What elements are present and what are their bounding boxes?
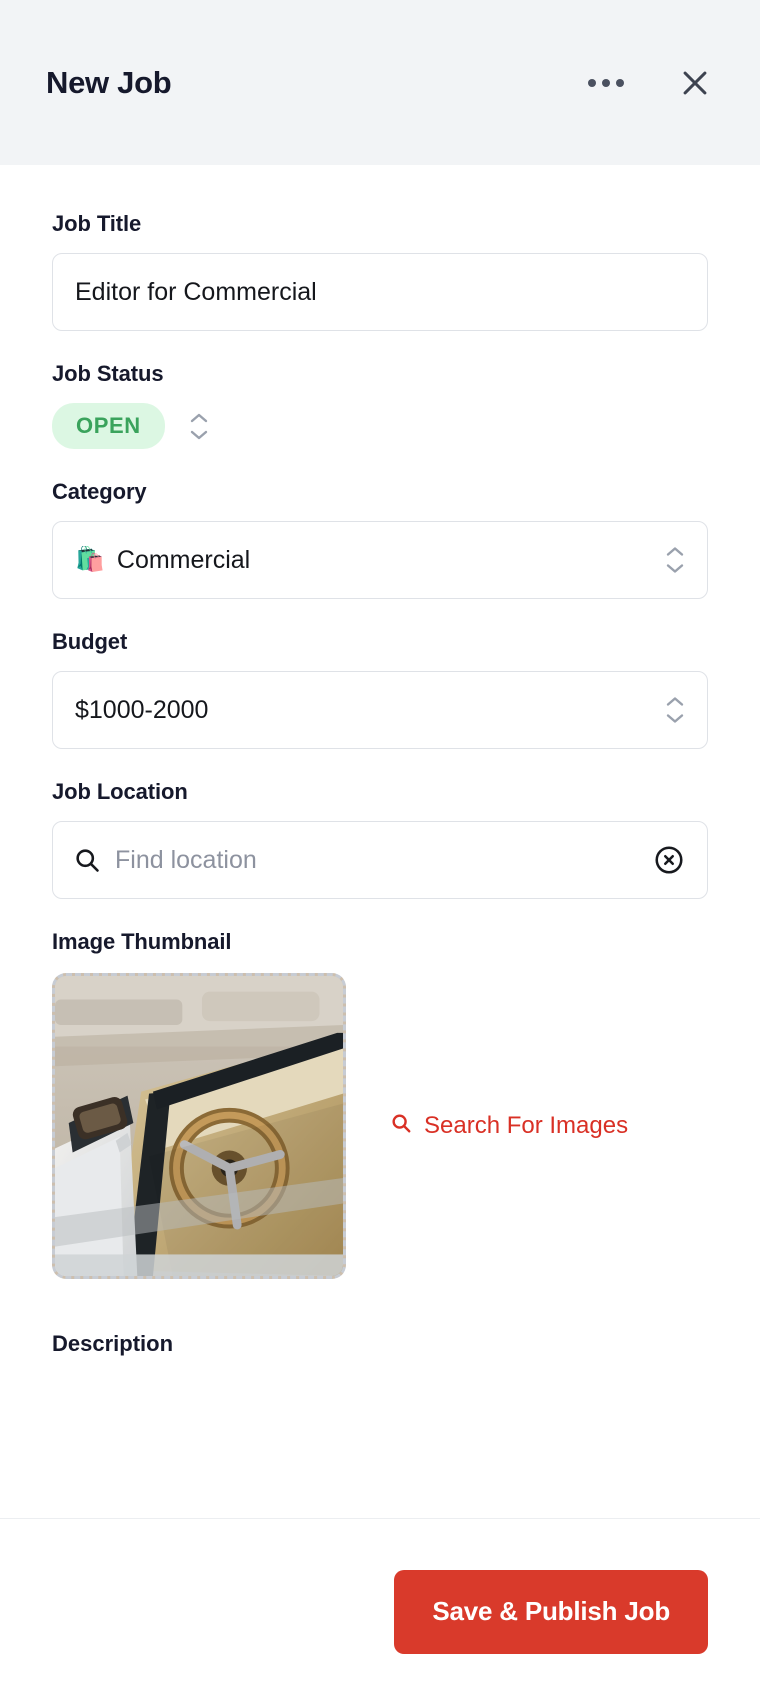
location-search-input[interactable] (115, 845, 651, 875)
search-for-images-label: Search For Images (424, 1112, 629, 1139)
job-status-row: OPEN (52, 403, 708, 449)
category-value-wrap: 🛍️ Commercial (75, 546, 685, 575)
field-image-thumbnail: Image Thumbnail Search For Images (52, 929, 708, 1279)
dot (602, 78, 610, 87)
clear-circle-icon[interactable] (651, 842, 687, 878)
thumbnail-row: Search For Images (52, 973, 708, 1279)
budget-select[interactable]: $1000-2000 (52, 671, 708, 749)
close-icon[interactable] (674, 62, 716, 104)
job-status-label: Job Status (52, 361, 164, 386)
budget-label: Budget (52, 629, 128, 654)
car-interior-photo (55, 976, 343, 1276)
job-location-search-box (52, 821, 708, 899)
search-icon (73, 846, 101, 874)
chevron-up-down-icon[interactable] (663, 545, 687, 576)
job-form: Job Title Job Status OPEN Category (0, 165, 760, 1518)
category-label: Category (52, 479, 147, 504)
job-title-label: Job Title (52, 211, 142, 236)
field-job-location: Job Location (52, 779, 708, 899)
new-job-modal: New Job Job Title Job Status (0, 0, 760, 1704)
modal-header: New Job (0, 0, 760, 165)
page-title: New Job (46, 64, 172, 100)
shopping-bags-icon: 🛍️ (75, 546, 105, 573)
budget-value: $1000-2000 (75, 695, 209, 724)
more-horizontal-icon[interactable] (584, 71, 628, 95)
header-actions (584, 62, 716, 104)
image-thumbnail-label: Image Thumbnail (52, 929, 232, 954)
field-category: Category 🛍️ Commercial (52, 479, 708, 599)
field-job-status: Job Status OPEN (52, 361, 708, 449)
job-title-input[interactable] (52, 253, 708, 331)
dot (588, 78, 596, 87)
chevron-up-down-icon[interactable] (663, 695, 687, 726)
category-value: Commercial (116, 545, 251, 574)
field-budget: Budget $1000-2000 (52, 629, 708, 749)
save-and-publish-job-button[interactable]: Save & Publish Job (394, 1569, 708, 1654)
dot (616, 78, 624, 87)
search-for-images-button[interactable]: Search For Images (390, 1112, 628, 1141)
thumbnail-image[interactable] (52, 973, 346, 1279)
description-label: Description (52, 1331, 174, 1356)
field-job-title: Job Title (52, 211, 708, 331)
category-select[interactable]: 🛍️ Commercial (52, 521, 708, 599)
status-badge[interactable]: OPEN (52, 403, 165, 449)
job-location-label: Job Location (52, 779, 188, 804)
modal-footer: Save & Publish Job (0, 1518, 760, 1704)
chevron-up-down-icon[interactable] (187, 411, 211, 442)
search-icon (390, 1112, 412, 1141)
